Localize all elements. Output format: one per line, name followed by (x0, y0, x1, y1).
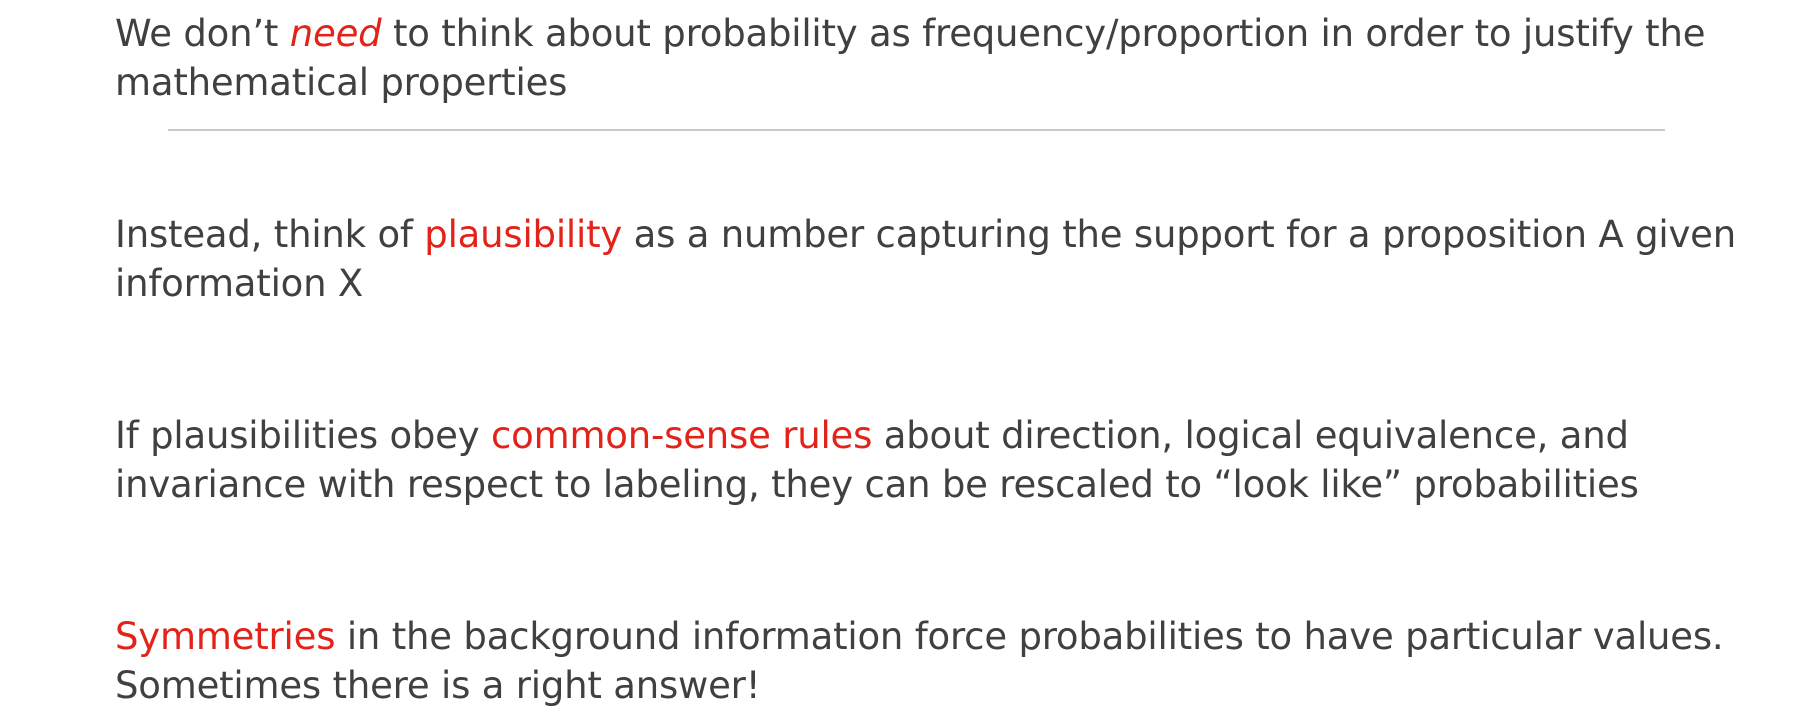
paragraph-text: We don’t (115, 12, 290, 55)
paragraph-text: If plausibilities obey (115, 414, 492, 457)
horizontal-divider (168, 129, 1665, 131)
highlight-symmetries: Symmetries (115, 615, 336, 658)
paragraph-common-sense-rules: If plausibilities obey common-sense rule… (115, 411, 1755, 509)
highlight-common-sense-rules: common-sense rules (491, 414, 873, 457)
paragraph-text: in the background information force prob… (115, 615, 1724, 707)
paragraph-plausibility: Instead, think of plausibility as a numb… (115, 210, 1755, 308)
paragraph-frequency: We don’t need to think about probability… (115, 9, 1755, 107)
paragraph-symmetries: Symmetries in the background information… (115, 612, 1755, 710)
paragraph-text: Instead, think of (115, 213, 425, 256)
highlight-plausibility: plausibility (424, 213, 623, 256)
slide: We don’t need to think about probability… (0, 0, 1804, 718)
highlight-need: need (289, 12, 382, 55)
